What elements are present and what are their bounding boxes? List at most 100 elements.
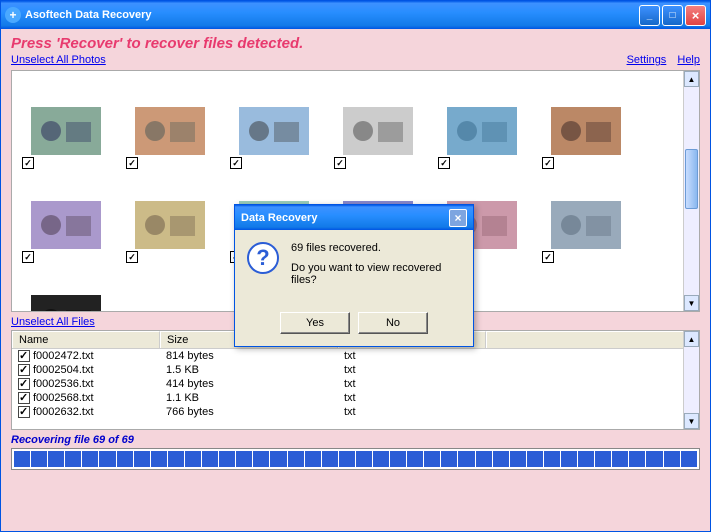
unselect-files-link[interactable]: Unselect All Files [11, 316, 95, 328]
scroll-thumb[interactable] [685, 149, 698, 209]
file-size: 1.1 KB [160, 391, 338, 405]
thumbnail-image [239, 107, 309, 155]
file-name: f0002536.txt [33, 378, 94, 390]
file-checkbox[interactable] [18, 406, 30, 418]
photo-thumb[interactable]: ✓ [120, 173, 220, 263]
progress-segment [253, 451, 269, 467]
photo-checkbox[interactable]: ✓ [22, 251, 34, 263]
table-row[interactable]: f0002632.txt 766 bytestxt [12, 405, 699, 419]
progress-segment [99, 451, 115, 467]
progress-segment [305, 451, 321, 467]
file-size: 814 bytes [160, 349, 338, 363]
maximize-button[interactable]: □ [662, 5, 683, 26]
col-name[interactable]: Name [12, 331, 160, 348]
file-checkbox[interactable] [18, 392, 30, 404]
file-name: f0002568.txt [33, 392, 94, 404]
file-checkbox[interactable] [18, 364, 30, 376]
photo-checkbox[interactable]: ✓ [438, 157, 450, 169]
thumbnail-image [447, 107, 517, 155]
minimize-button[interactable]: _ [639, 5, 660, 26]
file-size: 766 bytes [160, 405, 338, 419]
photo-checkbox[interactable]: ✓ [22, 157, 34, 169]
scroll-up-icon[interactable]: ▲ [684, 331, 699, 347]
thumbnail-image [135, 107, 205, 155]
progress-segment [646, 451, 662, 467]
progress-bar [11, 448, 700, 470]
progress-segment [270, 451, 286, 467]
file-checkbox[interactable] [18, 378, 30, 390]
progress-segment [82, 451, 98, 467]
progress-segment [527, 451, 543, 467]
progress-segment [458, 451, 474, 467]
progress-segment [288, 451, 304, 467]
help-link[interactable]: Help [677, 54, 700, 66]
recovery-dialog: Data Recovery × ? 69 files recovered. Do… [234, 204, 474, 347]
table-row[interactable]: f0002472.txt 814 bytestxt [12, 349, 699, 363]
no-button[interactable]: No [358, 312, 428, 334]
file-checkbox[interactable] [18, 350, 30, 362]
status-text: Recovering file 69 of 69 [11, 434, 700, 446]
file-ext: txt [338, 391, 486, 405]
file-name: f0002504.txt [33, 364, 94, 376]
dialog-close-button[interactable]: × [449, 209, 467, 227]
table-row[interactable]: f0002504.txt1.5 KBtxt [12, 363, 699, 377]
scroll-down-icon[interactable]: ▼ [684, 413, 699, 429]
photo-thumb[interactable]: ✓ [16, 79, 116, 169]
thumbnail-image [31, 107, 101, 155]
col-spacer [486, 331, 699, 348]
progress-segment [578, 451, 594, 467]
progress-segment [629, 451, 645, 467]
photo-thumb[interactable]: ✓ [328, 79, 428, 169]
thumbnail-image [551, 201, 621, 249]
photo-thumb[interactable]: ✓ [536, 173, 636, 263]
table-row[interactable]: f0002568.txt 1.1 KBtxt [12, 391, 699, 405]
progress-segment [134, 451, 150, 467]
progress-segment [356, 451, 372, 467]
photo-checkbox[interactable]: ✓ [542, 157, 554, 169]
progress-segment [185, 451, 201, 467]
scroll-up-icon[interactable]: ▲ [684, 71, 699, 87]
yes-button[interactable]: Yes [280, 312, 350, 334]
photo-thumb[interactable]: ✓ [432, 79, 532, 169]
file-size: 414 bytes [160, 377, 338, 391]
progress-segment [65, 451, 81, 467]
photo-checkbox[interactable]: ✓ [230, 157, 242, 169]
file-name: f0002472.txt [33, 350, 94, 362]
photo-checkbox[interactable]: ✓ [126, 157, 138, 169]
photo-thumb[interactable]: ✓ [16, 267, 116, 312]
files-scrollbar[interactable]: ▲ ▼ [683, 331, 699, 429]
progress-segment [595, 451, 611, 467]
progress-segment [219, 451, 235, 467]
scroll-down-icon[interactable]: ▼ [684, 295, 699, 311]
progress-segment [407, 451, 423, 467]
close-button[interactable]: × [685, 5, 706, 26]
progress-segment [544, 451, 560, 467]
dialog-line2: Do you want to view recovered files? [291, 262, 461, 286]
table-row[interactable]: f0002536.txt414 bytestxt [12, 377, 699, 391]
file-size: 1.5 KB [160, 363, 338, 377]
progress-segment [664, 451, 680, 467]
unselect-photos-link[interactable]: Unselect All Photos [11, 54, 106, 66]
thumbnail-image [31, 295, 101, 312]
photo-scrollbar[interactable]: ▲ ▼ [683, 71, 699, 311]
progress-segment [31, 451, 47, 467]
progress-segment [168, 451, 184, 467]
thumbnail-image [551, 107, 621, 155]
dialog-title: Data Recovery [241, 212, 449, 224]
photo-checkbox[interactable]: ✓ [334, 157, 346, 169]
photo-thumb[interactable]: ✓ [224, 79, 324, 169]
file-ext: txt [338, 349, 486, 363]
settings-link[interactable]: Settings [627, 54, 667, 66]
file-name: f0002632.txt [33, 406, 94, 418]
file-ext: txt [338, 405, 486, 419]
progress-segment [322, 451, 338, 467]
progress-segment [612, 451, 628, 467]
photo-checkbox[interactable]: ✓ [126, 251, 138, 263]
photo-thumb[interactable]: ✓ [16, 173, 116, 263]
photo-thumb[interactable]: ✓ [120, 79, 220, 169]
photo-checkbox[interactable]: ✓ [542, 251, 554, 263]
photo-thumb[interactable]: ✓ [536, 79, 636, 169]
titlebar: + Asoftech Data Recovery _ □ × [1, 1, 710, 29]
thumbnail-image [31, 201, 101, 249]
progress-segment [681, 451, 697, 467]
